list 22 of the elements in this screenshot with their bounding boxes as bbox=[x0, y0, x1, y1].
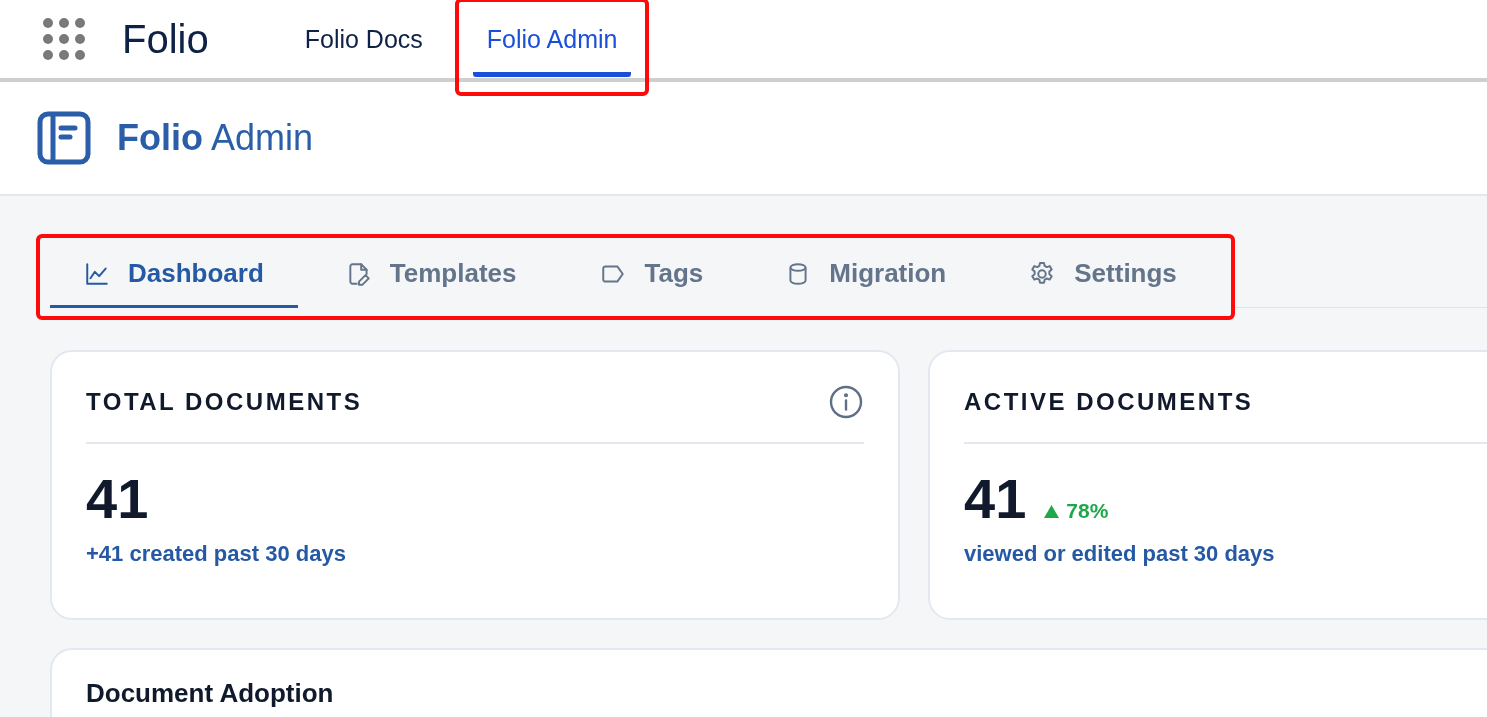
stat-value: 41 bbox=[86, 466, 149, 531]
line-chart-icon bbox=[84, 260, 110, 287]
stat-caption: +41 created past 30 days bbox=[86, 541, 347, 567]
tab[interactable]: Migration bbox=[751, 238, 981, 308]
app-grid-icon[interactable] bbox=[42, 17, 86, 61]
app-name: Folio bbox=[122, 16, 209, 62]
section-title: Document Adoption bbox=[86, 678, 334, 708]
notebook-icon bbox=[37, 111, 91, 165]
up-triangle-icon bbox=[1044, 505, 1060, 518]
nav-tab[interactable]: Folio Docs bbox=[290, 3, 437, 77]
tab[interactable]: Dashboard bbox=[50, 238, 298, 308]
card-title: ACTIVE DOCUMENTS bbox=[964, 388, 1254, 416]
tab[interactable]: Templates bbox=[311, 238, 551, 308]
nav-tab[interactable]: Folio Admin bbox=[472, 3, 632, 77]
info-icon[interactable] bbox=[828, 384, 864, 420]
trend-value: 78% bbox=[1044, 499, 1109, 523]
tab[interactable]: Settings bbox=[994, 238, 1211, 308]
stat-caption: viewed or edited past 30 days bbox=[964, 541, 1276, 567]
card-title: TOTAL DOCUMENTS bbox=[86, 388, 363, 416]
page-title: Folio Admin bbox=[117, 117, 314, 159]
tab[interactable]: Tags bbox=[564, 238, 738, 308]
stat-value: 41 bbox=[964, 466, 1027, 531]
